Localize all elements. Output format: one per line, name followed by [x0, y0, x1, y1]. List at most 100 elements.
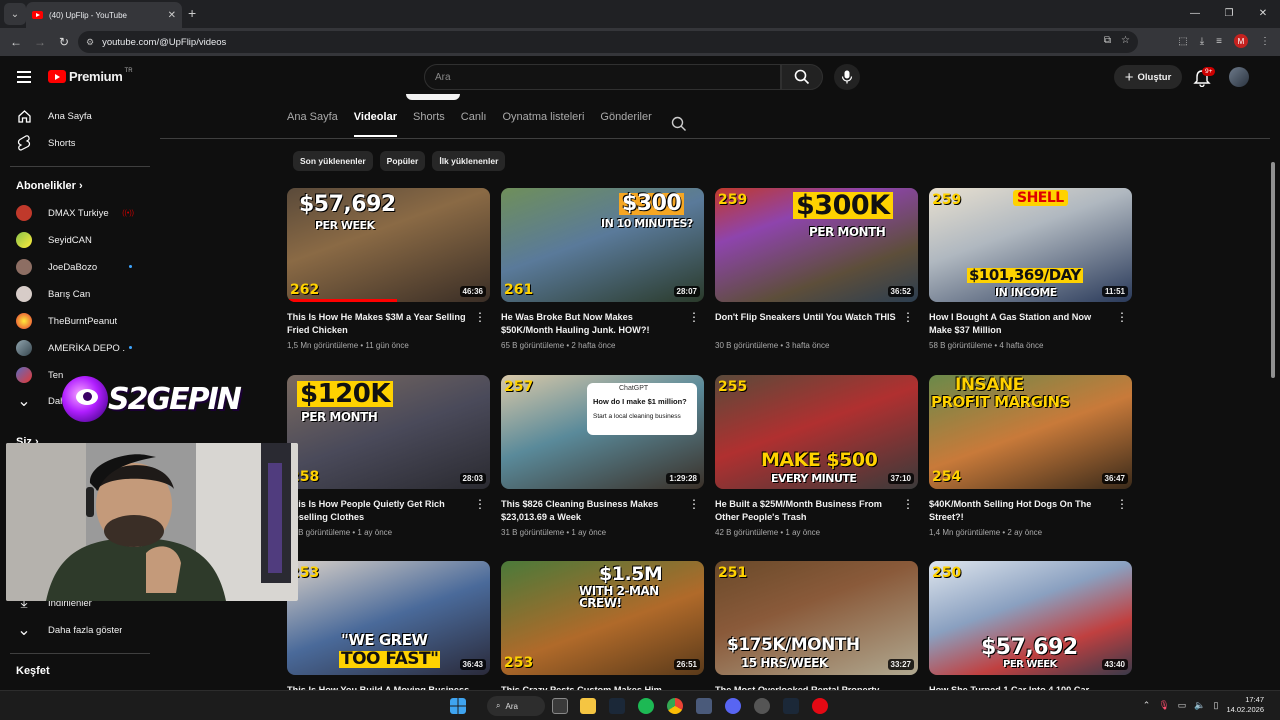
- reload-icon[interactable]: ↻: [52, 35, 76, 49]
- subscriptions-heading[interactable]: Abonelikler ›: [16, 180, 83, 192]
- file-explorer-icon[interactable]: [580, 698, 596, 714]
- video-card[interactable]: SHELL $101,369/DAY IN INCOME 259 11:51 H…: [929, 188, 1132, 350]
- search-input[interactable]: Ara: [424, 64, 781, 90]
- windows-start-icon[interactable]: [450, 698, 466, 714]
- account-avatar[interactable]: [1229, 67, 1249, 87]
- chrome-icon[interactable]: [667, 698, 683, 714]
- browser-tab-youtube[interactable]: (40) UpFlip - YouTube ✕: [26, 2, 182, 28]
- chrome-menu-icon[interactable]: ⋮: [1260, 36, 1270, 47]
- recording-app-icon[interactable]: [812, 698, 828, 714]
- scrollbar-thumb[interactable]: [1271, 162, 1275, 378]
- restore-icon[interactable]: ❐: [1212, 0, 1246, 28]
- steam-icon-2[interactable]: [783, 698, 799, 714]
- chip-popular[interactable]: Popüler: [379, 151, 426, 171]
- video-thumbnail[interactable]: INSANE PROFIT MARGINS 254 36:47: [929, 375, 1132, 489]
- video-card[interactable]: $300K PER MONTH 259 36:52 Don't Flip Sne…: [715, 188, 918, 350]
- tab-home[interactable]: Ana Sayfa: [287, 111, 338, 137]
- install-app-icon[interactable]: ⧉: [1104, 35, 1111, 46]
- sidebar-item-subscription[interactable]: AMERİKA DEPO ...: [0, 335, 154, 361]
- video-thumbnail[interactable]: $57,692 PER WEEK 262 46:36: [287, 188, 490, 302]
- video-card[interactable]: $57,692 PER WEEK 250 43:40: [929, 561, 1132, 675]
- page-scrollbar[interactable]: [1270, 160, 1276, 680]
- bookmark-star-icon[interactable]: ☆: [1121, 35, 1130, 46]
- network-icon[interactable]: ▭: [1178, 700, 1187, 711]
- video-thumbnail[interactable]: $300K PER MONTH 259 36:52: [715, 188, 918, 302]
- tab-search-button[interactable]: ⌄: [4, 3, 26, 25]
- video-thumbnail[interactable]: $175K/MONTH 15 HRS/WEEK 251 33:27: [715, 561, 918, 675]
- more-options-icon[interactable]: ⋮: [1116, 311, 1128, 323]
- sidebar-item-show-more[interactable]: ⌄ Daha fazla göster: [0, 617, 154, 643]
- video-thumbnail[interactable]: $57,692 PER WEEK 250 43:40: [929, 561, 1132, 675]
- back-icon[interactable]: ←: [4, 35, 28, 49]
- new-tab-icon[interactable]: +: [188, 5, 196, 21]
- video-card[interactable]: "WE GREW TOO FAST" 253 36:43: [287, 561, 490, 675]
- video-thumbnail[interactable]: $1.5M WITH 2-MAN CREW! 253 26:51: [501, 561, 704, 675]
- video-card[interactable]: $120K PER MONTH 258 28:03 This Is How Pe…: [287, 375, 490, 537]
- more-options-icon[interactable]: ⋮: [474, 498, 486, 510]
- video-thumbnail[interactable]: $300 IN 10 MINUTES? 261 28:07: [501, 188, 704, 302]
- tab-posts[interactable]: Gönderiler: [600, 111, 651, 137]
- downloads-icon[interactable]: ⤓: [1200, 36, 1204, 47]
- video-thumbnail[interactable]: MAKE $500 EVERY MINUTE 255 37:10: [715, 375, 918, 489]
- more-options-icon[interactable]: ⋮: [688, 311, 700, 323]
- tab-live[interactable]: Canlı: [461, 111, 487, 137]
- sidebar-item-shorts[interactable]: Shorts: [0, 130, 154, 156]
- sidebar-item-subscription[interactable]: DMAX Turkiye ((•)): [0, 200, 154, 226]
- chevron-up-icon[interactable]: ⌃: [1143, 700, 1151, 711]
- video-title[interactable]: He Built a $25M/Month Business From Othe…: [715, 498, 918, 524]
- video-title[interactable]: $40K/Month Selling Hot Dogs On The Stree…: [929, 498, 1132, 524]
- create-button[interactable]: + Oluştur: [1114, 65, 1182, 89]
- video-thumbnail[interactable]: "WE GREW TOO FAST" 253 36:43: [287, 561, 490, 675]
- volume-icon[interactable]: 🔈: [1194, 700, 1205, 711]
- menu-icon[interactable]: [17, 71, 31, 86]
- more-options-icon[interactable]: ⋮: [474, 311, 486, 323]
- tab-shorts[interactable]: Shorts: [413, 111, 445, 137]
- microphone-tray-icon[interactable]: 🎙: [1158, 700, 1169, 711]
- address-bar[interactable]: ⚙ youtube.com/@UpFlip/videos ⧉ ☆: [78, 31, 1138, 53]
- video-thumbnail[interactable]: ChatGPT How do I make $1 million? Start …: [501, 375, 704, 489]
- video-card[interactable]: $300 IN 10 MINUTES? 261 28:07 He Was Bro…: [501, 188, 704, 350]
- tab-playlists[interactable]: Oynatma listeleri: [502, 111, 584, 137]
- youtube-premium-logo[interactable]: Premium TR: [48, 68, 133, 84]
- close-window-icon[interactable]: ✕: [1246, 0, 1280, 28]
- video-card[interactable]: INSANE PROFIT MARGINS 254 36:47 $40K/Mon…: [929, 375, 1132, 537]
- taskbar-search[interactable]: ⌕ Ara: [487, 696, 545, 716]
- sidebar-item-subscription[interactable]: Barış Can: [0, 281, 154, 307]
- spotify-icon[interactable]: [638, 698, 654, 714]
- search-button[interactable]: [781, 64, 823, 90]
- discord-icon[interactable]: [725, 698, 741, 714]
- video-thumbnail[interactable]: $120K PER MONTH 258 28:03: [287, 375, 490, 489]
- video-card[interactable]: $175K/MONTH 15 HRS/WEEK 251 33:27: [715, 561, 918, 675]
- more-options-icon[interactable]: ⋮: [902, 498, 914, 510]
- video-card[interactable]: MAKE $500 EVERY MINUTE 255 37:10 He Buil…: [715, 375, 918, 537]
- site-info-icon[interactable]: ⚙: [86, 37, 94, 48]
- app-icon[interactable]: [696, 698, 712, 714]
- video-card[interactable]: $57,692 PER WEEK 262 46:36 This Is How H…: [287, 188, 490, 350]
- widgets-icon[interactable]: [552, 698, 568, 714]
- chip-latest[interactable]: Son yüklenenler: [293, 151, 373, 171]
- extensions-icon[interactable]: ⬚: [1178, 36, 1187, 47]
- sidebar-item-home[interactable]: Ana Sayfa: [0, 103, 154, 129]
- steam-icon[interactable]: [609, 698, 625, 714]
- video-title[interactable]: This Is How He Makes $3M a Year Selling …: [287, 311, 490, 337]
- chip-oldest[interactable]: İlk yüklenenler: [432, 151, 506, 171]
- close-tab-icon[interactable]: ✕: [168, 10, 176, 21]
- clock[interactable]: 17:47 14.02.2026: [1226, 695, 1264, 715]
- sidebar-item-subscription[interactable]: SeyidCAN: [0, 227, 154, 253]
- video-title[interactable]: How I Bought A Gas Station and Now Make …: [929, 311, 1132, 337]
- video-title[interactable]: Don't Flip Sneakers Until You Watch THIS: [715, 311, 918, 337]
- video-title[interactable]: This Is How People Quietly Get Rich Rese…: [287, 498, 490, 524]
- minimize-icon[interactable]: —: [1178, 0, 1212, 28]
- more-options-icon[interactable]: ⋮: [688, 498, 700, 510]
- video-card[interactable]: ChatGPT How do I make $1 million? Start …: [501, 375, 704, 537]
- subscribe-button-edge[interactable]: [406, 94, 460, 100]
- obs-icon[interactable]: [754, 698, 770, 714]
- channel-search-icon[interactable]: [671, 116, 687, 132]
- video-title[interactable]: He Was Broke But Now Makes $50K/Month Ha…: [501, 311, 704, 337]
- sidebar-item-subscription[interactable]: TheBurntPeanut: [0, 308, 154, 334]
- battery-icon[interactable]: ▯: [1214, 700, 1219, 711]
- more-options-icon[interactable]: ⋮: [902, 311, 914, 323]
- forward-icon[interactable]: →: [28, 35, 52, 49]
- profile-avatar[interactable]: M: [1234, 34, 1248, 48]
- tab-videos[interactable]: Videolar: [353, 111, 397, 137]
